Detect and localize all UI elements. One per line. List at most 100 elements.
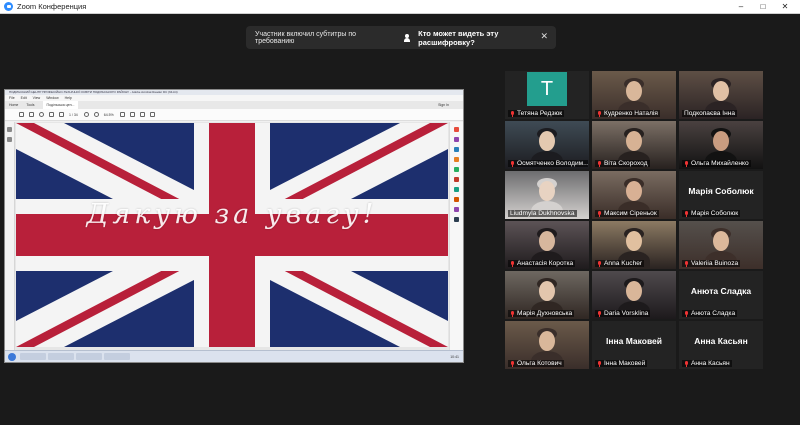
participant-name: Кудренко Наталія xyxy=(604,110,658,117)
redact-icon xyxy=(454,197,459,202)
document-area: Дякую за увагу! xyxy=(5,122,463,350)
task-item xyxy=(104,353,130,360)
participant-head xyxy=(626,281,642,301)
participant-head xyxy=(539,281,555,301)
maximize-button[interactable]: □ xyxy=(752,0,774,14)
close-window-button[interactable]: ✕ xyxy=(774,0,796,14)
print-icon xyxy=(29,112,34,117)
organize-pages-icon xyxy=(454,177,459,182)
tab-tools: Tools xyxy=(26,103,35,107)
shared-taskbar: 10:41 xyxy=(5,350,463,362)
participant-tile[interactable]: Анастасія Коротка xyxy=(505,221,589,269)
participant-head xyxy=(539,131,555,151)
participant-tile[interactable]: Ольга Михайленко xyxy=(679,121,763,169)
mic-muted-icon xyxy=(510,310,515,317)
participant-name-label: Valeriia Buinoza xyxy=(682,260,741,267)
participant-head xyxy=(626,131,642,151)
participant-name-label: Ольга Котович xyxy=(508,360,564,367)
mic-muted-icon xyxy=(684,260,689,267)
participant-display-name: Марія Соболюк xyxy=(688,186,754,196)
participant-gallery: T Тетяна Редзюк Кудренко Наталія Подкопаєва… xyxy=(505,71,763,369)
caption-notice-text: Участник включил субтитры по требованию xyxy=(255,30,357,45)
participant-name: Liudmyla Dukhnovska xyxy=(510,210,575,217)
task-item xyxy=(76,353,102,360)
highlight-icon xyxy=(139,112,145,117)
participant-head xyxy=(713,131,729,151)
participant-tile[interactable]: Liudmyla Dukhnovska xyxy=(505,171,589,219)
tab-home: Home xyxy=(9,103,19,107)
task-item xyxy=(48,353,74,360)
participant-name-label: Осмятченко Володим... xyxy=(508,160,588,167)
task-item xyxy=(20,353,46,360)
transcript-visibility-label: Кто может видеть эту расшифровку? xyxy=(418,28,499,47)
mic-muted-icon xyxy=(510,160,515,167)
edit-pdf-icon xyxy=(454,137,459,142)
combine-files-icon xyxy=(454,167,459,172)
mic-muted-icon xyxy=(510,110,515,117)
participant-name-label: Анюта Сладка xyxy=(682,310,738,317)
tab-document: Подільська цен... xyxy=(42,101,79,109)
participant-name: Daria Vorsklina xyxy=(604,310,649,317)
participant-name: Anna Kucher xyxy=(604,260,643,267)
participant-tile[interactable]: T Тетяна Редзюк xyxy=(505,71,589,119)
participant-name-label: Анастасія Коротка xyxy=(508,260,576,267)
transcript-visibility-link[interactable]: Кто может видеть эту расшифровку? xyxy=(404,29,556,47)
protect-icon xyxy=(454,207,459,212)
comment-tool-icon xyxy=(454,157,459,162)
mic-muted-icon xyxy=(597,360,602,367)
prev-page-icon xyxy=(49,112,54,117)
fill-sign-icon xyxy=(454,217,459,222)
document-tools-rail xyxy=(449,122,463,350)
participant-name: Осмятченко Володим... xyxy=(517,160,588,167)
minimize-button[interactable]: – xyxy=(730,0,752,14)
zoom-level: 64.5% xyxy=(103,112,114,117)
participant-name-label: Ольга Михайленко xyxy=(682,160,751,167)
participant-tile[interactable]: Ольга Котович xyxy=(505,321,589,369)
taskbar-clock: 10:41 xyxy=(450,354,459,359)
participant-tile[interactable]: Подкопаєва Інна xyxy=(679,71,763,119)
participant-head xyxy=(626,81,642,101)
participant-tile[interactable]: Анна Касьян Анна Касьян xyxy=(679,321,763,369)
mic-muted-icon xyxy=(684,160,689,167)
participant-tile[interactable]: Віта Скороход xyxy=(592,121,676,169)
participant-tile[interactable]: Valeriia Buinoza xyxy=(679,221,763,269)
window-title: Zoom Конференция xyxy=(17,2,87,11)
participant-display-name: Анюта Сладка xyxy=(690,286,752,296)
participant-name-label: Інна Маковей xyxy=(595,360,648,367)
sign-icon xyxy=(149,112,155,117)
document-left-rail xyxy=(5,122,15,350)
shared-screen[interactable]: ПОДІЛЬСЬКИЙ ЦЕНТР ПРОФЕСІЙНО-ТЕХНІЧНОЇ О… xyxy=(4,89,464,363)
bookmark-icon xyxy=(7,127,12,132)
mic-muted-icon xyxy=(684,310,689,317)
export-pdf-icon xyxy=(454,127,459,132)
participant-tile[interactable]: Daria Vorsklina xyxy=(592,271,676,319)
participant-name-label: Віта Скороход xyxy=(595,160,650,167)
comment-icon xyxy=(129,112,135,117)
participant-name: Анастасія Коротка xyxy=(517,260,574,267)
caption-close-button[interactable]: ✕ xyxy=(540,31,548,42)
participant-name: Анюта Сладка xyxy=(691,310,736,317)
mic-muted-icon xyxy=(597,160,602,167)
participant-tile[interactable]: Інна Маковей Інна Маковей xyxy=(592,321,676,369)
pages-icon xyxy=(7,137,12,142)
participant-name: Віта Скороход xyxy=(604,160,648,167)
participant-head xyxy=(539,231,555,251)
participant-tile[interactable]: Марія Соболюк Марія Соболюк xyxy=(679,171,763,219)
window-controls: – □ ✕ xyxy=(730,0,796,14)
participant-tile[interactable]: Максим Сіреньок xyxy=(592,171,676,219)
participant-tile[interactable]: Марія Духновська xyxy=(505,271,589,319)
participant-tile[interactable]: Анюта Сладка Анюта Сладка xyxy=(679,271,763,319)
participant-display-name: Інна Маковей xyxy=(605,336,663,346)
participant-tile[interactable]: Осмятченко Володим... xyxy=(505,121,589,169)
participant-name-label: Марія Соболюк xyxy=(682,210,741,217)
participant-head xyxy=(626,231,642,251)
participant-tile[interactable]: Кудренко Наталія xyxy=(592,71,676,119)
participant-name: Марія Духновська xyxy=(517,310,573,317)
zoom-logo-icon xyxy=(4,2,13,11)
participant-tile[interactable]: Anna Kucher xyxy=(592,221,676,269)
meeting-stage: Участник включил субтитры по требованию … xyxy=(0,14,800,425)
search-icon xyxy=(39,112,44,117)
shared-app-tabs: Home Tools Подільська цен... Sign In xyxy=(5,101,463,109)
signin-label: Sign In xyxy=(438,103,449,107)
participant-name-label: Daria Vorsklina xyxy=(595,310,651,317)
